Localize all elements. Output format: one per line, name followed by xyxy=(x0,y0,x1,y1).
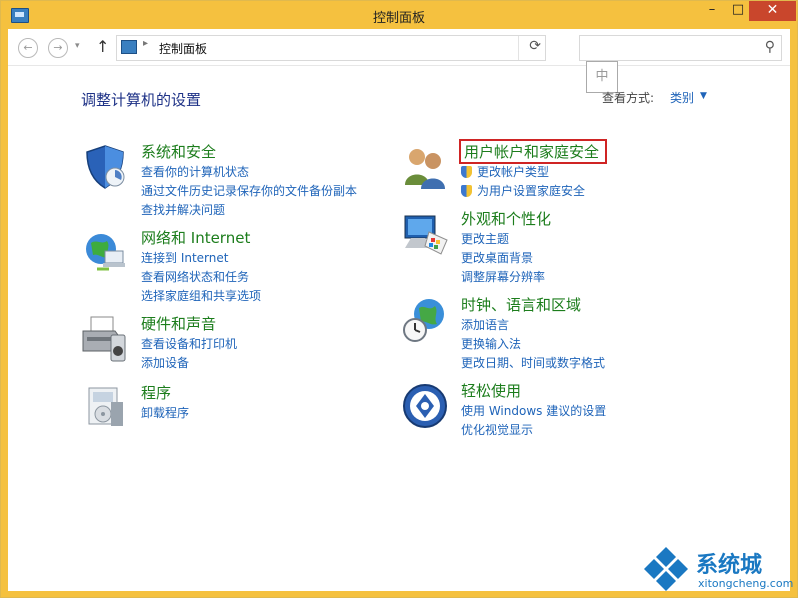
users-icon[interactable] xyxy=(401,143,449,191)
view-by-dropdown[interactable]: 类别 xyxy=(670,89,694,106)
title-bar[interactable]: 控制面板 – □ ✕ xyxy=(1,1,797,29)
link-change-input-method[interactable]: 更换输入法 xyxy=(461,335,605,354)
link-add-language[interactable]: 添加语言 xyxy=(461,316,605,335)
address-bar[interactable]: ▸ 控制面板 ⟳ xyxy=(116,35,546,61)
link-homegroup-sharing[interactable]: 选择家庭组和共享选项 xyxy=(141,287,261,306)
watermark-cn-text: 系统城 xyxy=(696,553,763,578)
category-title-appearance[interactable]: 外观和个性化 xyxy=(461,208,551,229)
link-screen-resolution[interactable]: 调整屏幕分辨率 xyxy=(461,268,545,287)
search-input[interactable]: ⚲ xyxy=(579,35,782,61)
client-area: ← → ▾ ↑ ▸ 控制面板 ⟳ ⚲ 中 调整计算机的设置 查看方式: 类别 ▼ xyxy=(8,29,790,591)
watermark-logo-icon xyxy=(644,547,688,591)
link-desktop-background[interactable]: 更改桌面背景 xyxy=(461,249,545,268)
category-title-programs[interactable]: 程序 xyxy=(141,382,171,403)
address-divider xyxy=(518,36,519,60)
up-arrow-icon[interactable]: ↑ xyxy=(96,37,109,56)
breadcrumb-chevron-icon[interactable]: ▸ xyxy=(143,38,148,49)
page-title: 调整计算机的设置 xyxy=(81,91,202,109)
link-find-fix-problems[interactable]: 查找并解决问题 xyxy=(141,201,357,220)
category-title-ease-of-access[interactable]: 轻松使用 xyxy=(461,380,521,401)
link-family-safety[interactable]: 为用户设置家庭安全 xyxy=(461,182,585,201)
shield-icon[interactable] xyxy=(81,143,129,191)
window-title: 控制面板 xyxy=(372,11,425,26)
watermark-en-text: xitongcheng.com xyxy=(698,577,794,590)
network-globe-icon[interactable] xyxy=(81,229,129,277)
link-change-account-type[interactable]: 更改帐户类型 xyxy=(461,163,585,182)
category-title-user-accounts[interactable]: 用户帐户和家庭安全 xyxy=(458,139,608,164)
link-change-theme[interactable]: 更改主题 xyxy=(461,230,545,249)
category-title-clock-language-region[interactable]: 时钟、语言和区域 xyxy=(461,294,581,315)
link-add-device[interactable]: 添加设备 xyxy=(141,354,237,373)
link-connect-internet[interactable]: 连接到 Internet xyxy=(141,249,261,268)
search-icon[interactable]: ⚲ xyxy=(765,39,775,55)
printer-icon[interactable] xyxy=(81,315,129,363)
control-panel-window: 控制面板 – □ ✕ ← → ▾ ↑ ▸ 控制面板 ⟳ ⚲ 中 调整计算机的设置… xyxy=(0,0,798,598)
category-title-system-security[interactable]: 系统和安全 xyxy=(141,141,216,162)
link-view-computer-status[interactable]: 查看你的计算机状态 xyxy=(141,163,357,182)
link-optimize-visual-display[interactable]: 优化视觉显示 xyxy=(461,421,606,440)
clock-globe-icon[interactable] xyxy=(401,296,449,344)
breadcrumb-control-panel[interactable]: 控制面板 xyxy=(159,40,207,57)
forward-arrow-icon[interactable]: → xyxy=(48,38,68,58)
link-windows-recommended-settings[interactable]: 使用 Windows 建议的设置 xyxy=(461,402,606,421)
site-watermark: 系统城 xitongcheng.com xyxy=(640,543,798,598)
control-panel-location-icon xyxy=(121,40,137,54)
ease-of-access-icon[interactable] xyxy=(401,382,449,430)
back-arrow-icon[interactable]: ← xyxy=(18,38,38,58)
link-file-history-backup[interactable]: 通过文件历史记录保存你的文件备份副本 xyxy=(141,182,357,201)
category-title-network-internet[interactable]: 网络和 Internet xyxy=(141,227,250,248)
link-network-status[interactable]: 查看网络状态和任务 xyxy=(141,268,261,287)
view-by-label: 查看方式: xyxy=(602,91,655,105)
link-devices-printers[interactable]: 查看设备和打印机 xyxy=(141,335,237,354)
category-title-hardware-sound[interactable]: 硬件和声音 xyxy=(141,313,216,334)
refresh-icon[interactable]: ⟳ xyxy=(529,38,541,54)
chevron-down-icon[interactable]: ▼ xyxy=(700,91,707,101)
close-button[interactable]: ✕ xyxy=(749,1,796,21)
programs-icon[interactable] xyxy=(81,384,129,432)
link-uninstall-program[interactable]: 卸载程序 xyxy=(141,404,189,423)
recent-locations-chevron-icon[interactable]: ▾ xyxy=(75,41,80,51)
link-date-time-format[interactable]: 更改日期、时间或数字格式 xyxy=(461,354,605,373)
navigation-bar: ← → ▾ ↑ ▸ 控制面板 ⟳ ⚲ xyxy=(8,29,790,66)
display-palette-icon[interactable] xyxy=(401,210,449,258)
